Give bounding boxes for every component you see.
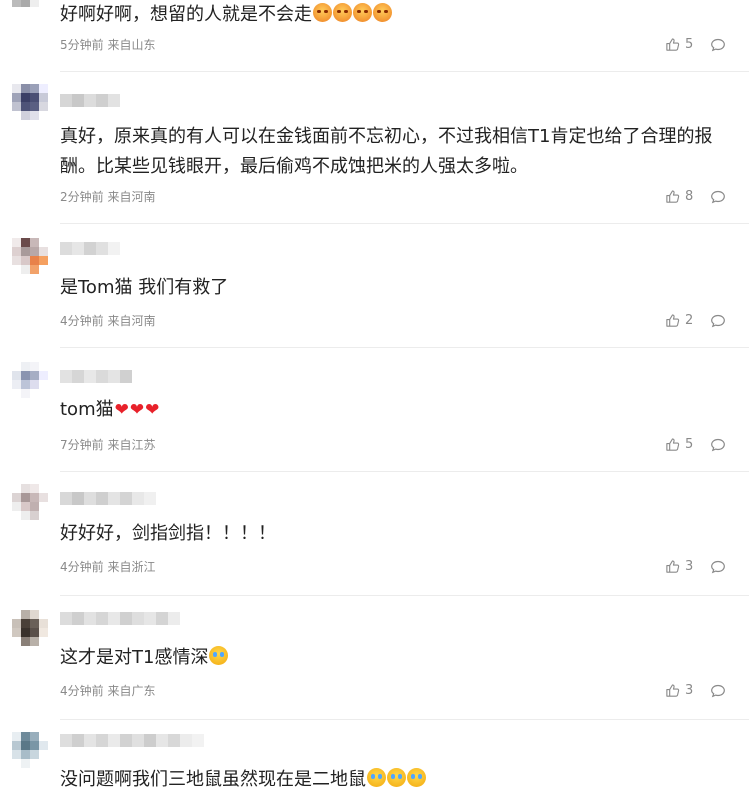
username-blurred[interactable] [60, 370, 132, 383]
comment-item: 好啊好啊，想留的人就是不会走 5分钟前 来自山东 5 [0, 0, 749, 72]
comment-meta: 4分钟前 来自浙江 [60, 560, 156, 574]
thumbs-up-icon [666, 190, 680, 203]
like-count: 8 [685, 189, 694, 204]
like-count: 5 [685, 37, 694, 52]
comment-text: 真好，原来真的有人可以在金钱面前不忘初心，不过我相信T1肯定也给了合理的报酬。比… [60, 126, 713, 177]
crying-face-emoji [387, 768, 406, 787]
emoji-group [312, 3, 392, 25]
comment-text: 是Tom猫 我们有救了 [60, 277, 229, 298]
like-button[interactable]: 5 [665, 437, 693, 452]
avatar[interactable] [12, 84, 48, 120]
comment-item: tom猫❤❤❤ 7分钟前 来自江苏 5 [0, 348, 749, 472]
avatar[interactable] [12, 0, 48, 16]
comment-text: 好好好，剑指剑指！！！！ [60, 523, 276, 544]
comment-meta: 7分钟前 来自江苏 [60, 438, 156, 452]
like-count: 5 [685, 437, 694, 452]
comment-text: 没问题啊我们三地鼠虽然现在是二地鼠 [60, 765, 719, 795]
like-count: 3 [685, 559, 694, 574]
like-button[interactable]: 2 [665, 313, 693, 328]
like-count: 2 [685, 313, 694, 328]
comment-item: 没问题啊我们三地鼠虽然现在是二地鼠 [0, 720, 749, 798]
thumbs-up-icon [666, 438, 680, 451]
red-heart-emoji: ❤ [145, 400, 160, 420]
comment-text: 好啊好啊，想留的人就是不会走 [60, 0, 719, 30]
thumbs-up-icon [666, 560, 680, 573]
red-heart-emoji: ❤ [114, 400, 129, 420]
username-blurred[interactable] [60, 612, 180, 625]
like-button[interactable]: 3 [665, 683, 693, 698]
username-blurred[interactable] [60, 94, 120, 107]
comment-meta: 4分钟前 来自广东 [60, 684, 156, 698]
avatar[interactable] [12, 362, 48, 398]
comment-item: 这才是对T1感情深 4分钟前 来自广东 3 [0, 596, 749, 720]
angry-face-emoji [353, 3, 372, 22]
comment-bubble-icon[interactable] [710, 37, 726, 53]
thumbs-up-icon [666, 684, 680, 697]
angry-face-emoji [373, 3, 392, 22]
username-blurred[interactable] [60, 734, 204, 747]
avatar[interactable] [12, 238, 48, 274]
angry-face-emoji [313, 3, 332, 22]
comment-meta: 4分钟前 来自河南 [60, 314, 156, 328]
like-button[interactable]: 8 [665, 189, 693, 204]
comment-meta: 5分钟前 来自山东 [60, 38, 156, 52]
avatar[interactable] [12, 610, 48, 646]
red-heart-emoji: ❤ [129, 400, 145, 420]
angry-face-emoji [333, 3, 352, 22]
comment-text: 这才是对T1感情深 [60, 643, 719, 673]
like-count: 3 [685, 683, 694, 698]
comment-item: 好好好，剑指剑指！！！！ 4分钟前 来自浙江 3 [0, 472, 749, 596]
like-button[interactable]: 3 [665, 559, 693, 574]
crying-face-emoji [367, 768, 386, 787]
crying-face-emoji [209, 646, 229, 665]
comment-bubble-icon[interactable] [710, 683, 726, 699]
comment-bubble-icon[interactable] [710, 313, 726, 329]
thumbs-up-icon [666, 38, 680, 51]
like-button[interactable]: 5 [665, 37, 693, 52]
crying-face-emoji [407, 768, 426, 787]
username-blurred[interactable] [60, 242, 120, 255]
comment-item: 是Tom猫 我们有救了 4分钟前 来自河南 2 [0, 224, 749, 348]
username-blurred[interactable] [60, 492, 156, 505]
comment-text: tom猫❤❤❤ [60, 399, 160, 420]
comment-item: 真好，原来真的有人可以在金钱面前不忘初心，不过我相信T1肯定也给了合理的报酬。比… [0, 72, 749, 224]
avatar[interactable] [12, 484, 48, 520]
comment-meta: 2分钟前 来自河南 [60, 190, 156, 204]
avatar[interactable] [12, 732, 48, 768]
comment-bubble-icon[interactable] [710, 189, 726, 205]
comment-bubble-icon[interactable] [710, 437, 726, 453]
comment-bubble-icon[interactable] [710, 559, 726, 575]
thumbs-up-icon [666, 314, 680, 327]
